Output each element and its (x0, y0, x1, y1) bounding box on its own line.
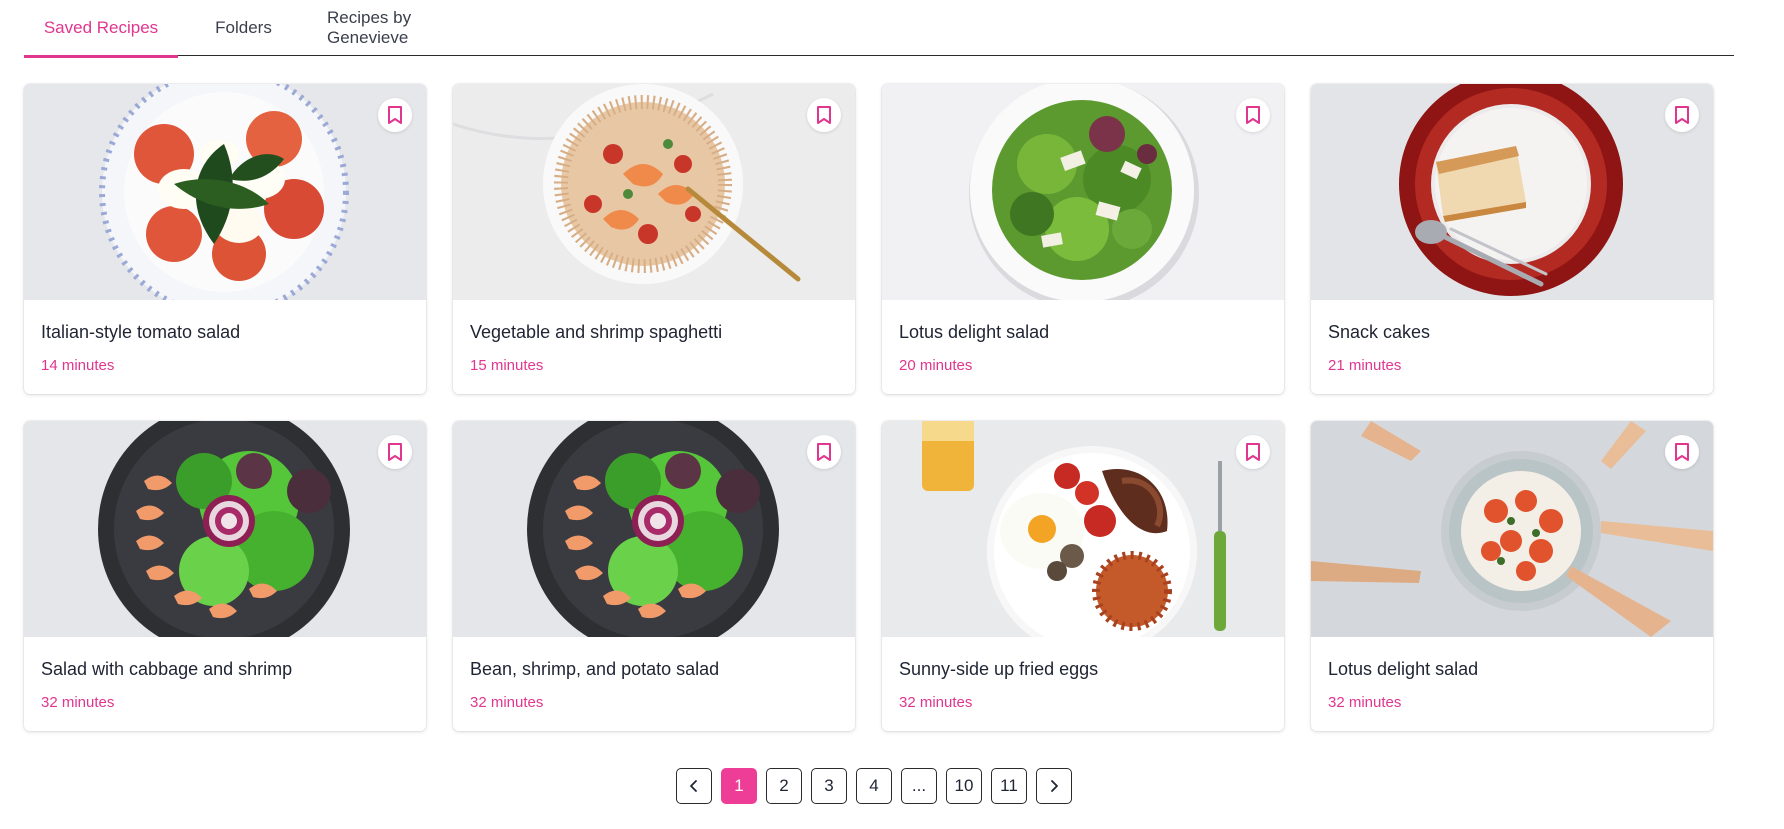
chevron-left-icon (690, 780, 697, 792)
bookmark-icon (388, 443, 402, 461)
bookmark-button[interactable] (807, 435, 841, 469)
recipe-title: Lotus delight salad (899, 322, 1050, 342)
shrimp-salad-bowl-photo (24, 421, 426, 637)
recipe-card[interactable]: Salad with cabbage and shrimp 32 minutes (24, 421, 426, 731)
recipe-time: 15 minutes (470, 357, 544, 374)
tab-folders[interactable]: Folders (178, 0, 309, 56)
recipe-time: 32 minutes (1328, 694, 1402, 711)
chevron-right-icon (1051, 780, 1058, 792)
recipe-time: 20 minutes (899, 357, 973, 374)
bookmark-icon (388, 106, 402, 124)
recipe-title: Italian-style tomato salad (41, 322, 241, 342)
bookmark-button[interactable] (1665, 98, 1699, 132)
page-button-10[interactable]: 10 (946, 768, 982, 804)
tab-bar: Saved Recipes Folders Recipes by Genevie… (24, 0, 1734, 58)
shrimp-salad-bowl-photo (453, 421, 855, 637)
recipe-card[interactable]: Sunny-side up fried eggs 32 minutes (882, 421, 1284, 731)
recipe-time: 21 minutes (1328, 357, 1402, 374)
bookmark-button[interactable] (1236, 98, 1270, 132)
green-salad-photo (882, 84, 1284, 300)
recipe-title: Sunny-side up fried eggs (899, 659, 1099, 679)
bookmark-button[interactable] (807, 98, 841, 132)
bookmark-icon (1675, 106, 1689, 124)
cake-slice-photo (1311, 84, 1713, 300)
breakfast-plate-photo (882, 421, 1284, 637)
recipe-card[interactable]: Lotus delight salad 32 minutes (1311, 421, 1713, 731)
recipe-card[interactable]: Lotus delight salad 20 minutes (882, 84, 1284, 394)
recipe-time: 14 minutes (41, 357, 115, 374)
next-page-button[interactable] (1036, 768, 1072, 804)
recipe-card[interactable]: Italian-style tomato salad 14 minutes (24, 84, 426, 394)
bookmark-icon (817, 106, 831, 124)
recipe-title: Salad with cabbage and shrimp (41, 659, 293, 679)
bookmark-button[interactable] (1236, 435, 1270, 469)
recipe-grid: Italian-style tomato salad 14 minutes Ve… (24, 84, 1734, 731)
page-button-2[interactable]: 2 (766, 768, 802, 804)
recipe-title: Bean, shrimp, and potato salad (470, 659, 720, 679)
page-button-11[interactable]: 11 (991, 768, 1027, 804)
recipe-time: 32 minutes (470, 694, 544, 711)
shared-platter-photo (1311, 421, 1713, 637)
pagination: 1 2 3 4 ... 10 11 (676, 768, 1072, 804)
recipe-time: 32 minutes (41, 694, 115, 711)
recipe-title: Vegetable and shrimp spaghetti (470, 322, 723, 342)
shrimp-spaghetti-photo (453, 84, 855, 300)
bookmark-button[interactable] (378, 98, 412, 132)
bookmark-icon (1675, 443, 1689, 461)
recipe-title: Snack cakes (1328, 322, 1431, 342)
page-button-1[interactable]: 1 (721, 768, 757, 804)
recipe-card[interactable]: Snack cakes 21 minutes (1311, 84, 1713, 394)
bookmark-button[interactable] (378, 435, 412, 469)
page-button-3[interactable]: 3 (811, 768, 847, 804)
page-ellipsis: ... (901, 768, 937, 804)
bookmark-button[interactable] (1665, 435, 1699, 469)
recipe-title: Lotus delight salad (1328, 659, 1479, 679)
tab-recipes-by-author[interactable]: Recipes by Genevieve (309, 0, 489, 56)
prev-page-button[interactable] (676, 768, 712, 804)
tab-saved-recipes[interactable]: Saved Recipes (24, 0, 178, 58)
recipe-card[interactable]: Bean, shrimp, and potato salad 32 minute… (453, 421, 855, 731)
caprese-salad-photo (24, 84, 426, 300)
bookmark-icon (817, 443, 831, 461)
page-button-4[interactable]: 4 (856, 768, 892, 804)
bookmark-icon (1246, 443, 1260, 461)
recipe-time: 32 minutes (899, 694, 973, 711)
bookmark-icon (1246, 106, 1260, 124)
recipe-card[interactable]: Vegetable and shrimp spaghetti 15 minute… (453, 84, 855, 394)
